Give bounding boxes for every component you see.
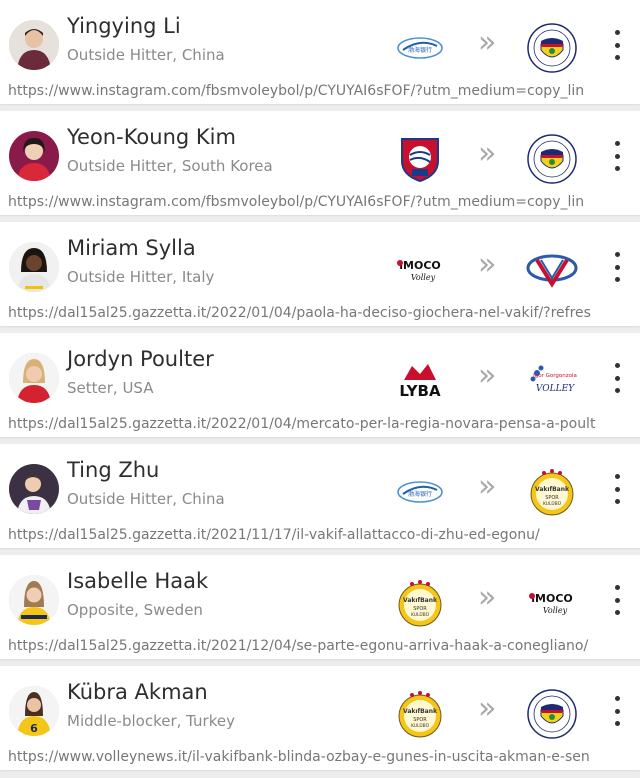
more-options-icon[interactable] <box>603 583 631 617</box>
heungkuk-logo <box>392 135 448 183</box>
vakif-text: VakıfBank <box>403 708 438 715</box>
player-avatar <box>9 131 59 181</box>
transfer-arrow-icon: » <box>478 580 497 615</box>
transfer-card[interactable]: Yeon-Koung Kim Outside Hitter, South Kor… <box>0 111 640 215</box>
more-options-icon[interactable] <box>603 472 631 506</box>
transfer-arrow-icon: » <box>478 469 497 504</box>
player-name: Jordyn Poulter <box>67 347 214 371</box>
player-name: Kübra Akman <box>67 680 208 704</box>
player-role: Outside Hitter, China <box>67 46 225 64</box>
volley-text: Volley <box>543 606 568 615</box>
fenerbahce-logo <box>523 688 581 740</box>
transfer-arrow-icon: » <box>478 691 497 726</box>
player-avatar <box>9 242 59 292</box>
novara-text: VOLLEY <box>536 384 575 394</box>
volley-text: Volley <box>411 273 436 282</box>
player-role: Outside Hitter, South Korea <box>67 157 273 175</box>
imoco-volley-logo: iMOCO Volley <box>392 246 448 294</box>
player-name: Isabelle Haak <box>67 569 209 593</box>
source-url[interactable]: https://dal15al25.gazzetta.it/2022/01/04… <box>8 416 632 432</box>
svg-text:6: 6 <box>30 722 38 735</box>
player-avatar <box>9 575 59 625</box>
source-url[interactable]: https://www.instagram.com/fbsmvoleybol/p… <box>8 83 632 99</box>
source-url[interactable]: https://www.instagram.com/fbsmvoleybol/p… <box>8 194 632 210</box>
tianjin-logo-text: 渤海银行 <box>408 490 432 498</box>
more-options-icon[interactable] <box>603 28 631 62</box>
more-options-icon[interactable] <box>603 250 631 284</box>
source-url[interactable]: https://www.volleynews.it/il-vakifbank-b… <box>8 749 632 765</box>
vakifbank-logo: VakıfBank SPOR KULÜBÜ <box>392 579 448 627</box>
player-name: Yingying Li <box>67 14 181 38</box>
novara-volley-logo: Igor Gorgonzola VOLLEY <box>523 355 581 407</box>
fenerbahce-logo <box>523 133 581 185</box>
spor-text: SPOR <box>413 717 427 723</box>
transfer-card[interactable]: Isabelle Haak Opposite, Sweden VakıfBank… <box>0 555 640 659</box>
player-avatar <box>9 464 59 514</box>
tianjin-logo: 渤海银行 <box>392 468 448 516</box>
transfer-arrow-icon: » <box>478 358 497 393</box>
vakifbank-logo: VakıfBank SPOR KULÜBÜ <box>392 690 448 738</box>
vakif-text: VakıfBank <box>535 486 570 493</box>
imoco-text: iMOCO <box>399 259 441 272</box>
kulubu-text: KULÜBÜ <box>543 500 561 507</box>
kulubu-text: KULÜBÜ <box>411 722 429 729</box>
player-role: Middle-blocker, Turkey <box>67 712 235 730</box>
spor-text: SPOR <box>413 606 427 612</box>
tianjin-logo-text: 渤海银行 <box>408 46 432 54</box>
transfer-arrow-icon: » <box>478 136 497 171</box>
lyba-text: LYBA <box>399 382 441 400</box>
player-avatar <box>9 353 59 403</box>
transfer-arrow-icon: » <box>478 25 497 60</box>
kulubu-text: KULÜBÜ <box>411 611 429 618</box>
transfer-card[interactable]: 6 Kübra Akman Middle-blocker, Turkey Vak… <box>0 666 640 770</box>
spor-text: SPOR <box>545 495 559 501</box>
imoco-text: iMOCO <box>531 592 573 605</box>
transfer-card[interactable]: Ting Zhu Outside Hitter, China 渤海银行 » Va… <box>0 444 640 548</box>
player-name: Miriam Sylla <box>67 236 196 260</box>
player-role: Opposite, Sweden <box>67 601 203 619</box>
more-options-icon[interactable] <box>603 139 631 173</box>
player-avatar: 6 <box>9 686 59 736</box>
player-name: Yeon-Koung Kim <box>67 125 236 149</box>
fenerbahce-logo <box>523 22 581 74</box>
player-role: Outside Hitter, China <box>67 490 225 508</box>
source-url[interactable]: https://dal15al25.gazzetta.it/2022/01/04… <box>8 305 632 321</box>
more-options-icon[interactable] <box>603 361 631 395</box>
source-url[interactable]: https://dal15al25.gazzetta.it/2021/12/04… <box>8 638 632 654</box>
igor-text: Igor Gorgonzola <box>533 373 577 379</box>
player-role: Setter, USA <box>67 379 154 397</box>
vakif-text: VakıfBank <box>403 597 438 604</box>
imoco-volley-logo: iMOCO Volley <box>523 577 581 629</box>
transfer-card[interactable]: Yingying Li Outside Hitter, China 渤海银行 »… <box>0 0 640 104</box>
transfer-list: Yingying Li Outside Hitter, China 渤海银行 »… <box>0 0 640 778</box>
player-role: Outside Hitter, Italy <box>67 268 215 286</box>
player-avatar <box>9 20 59 70</box>
transfer-card[interactable]: Jordyn Poulter Setter, USA LYBA » Igor G… <box>0 333 640 437</box>
transfer-card[interactable]: Miriam Sylla Outside Hitter, Italy iMOCO… <box>0 222 640 326</box>
vakifbank-logo: VakıfBank SPOR KULÜBÜ <box>523 466 581 518</box>
transfer-arrow-icon: » <box>478 247 497 282</box>
player-name: Ting Zhu <box>67 458 160 482</box>
more-options-icon[interactable] <box>603 694 631 728</box>
tianjin-logo: 渤海银行 <box>392 24 448 72</box>
lyba-logo: LYBA <box>392 357 448 405</box>
vakifbank-v-logo <box>523 244 581 296</box>
source-url[interactable]: https://dal15al25.gazzetta.it/2021/11/17… <box>8 527 632 543</box>
